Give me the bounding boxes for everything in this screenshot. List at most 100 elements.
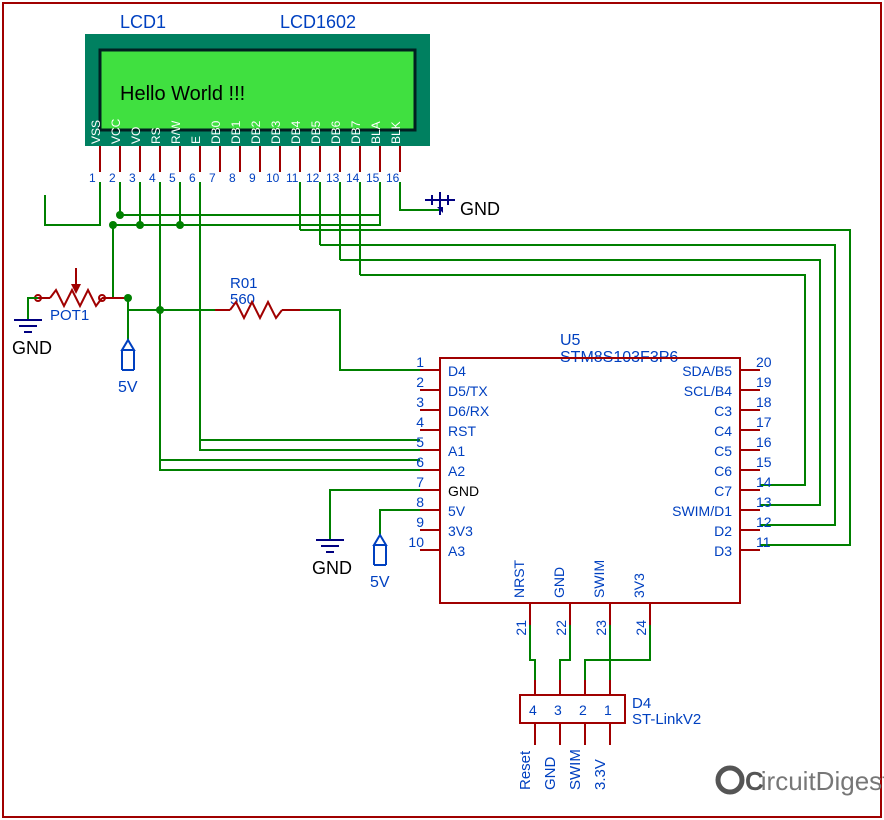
mcu-ref: U5 — [560, 332, 581, 349]
lcd-ref: LCD1 — [120, 12, 166, 32]
5v-label-1: 5V — [118, 379, 138, 396]
svg-text:10: 10 — [408, 534, 424, 550]
resistor-r01: R01 560 — [215, 275, 300, 318]
svg-text:C5: C5 — [714, 443, 732, 459]
5v-source-2: 5V — [370, 535, 390, 591]
svg-text:2: 2 — [416, 374, 424, 390]
svg-text:A2: A2 — [448, 463, 465, 479]
svg-text:DB1: DB1 — [229, 120, 243, 144]
svg-text:3: 3 — [554, 702, 562, 718]
svg-text:15: 15 — [366, 171, 380, 185]
svg-text:C4: C4 — [714, 423, 732, 439]
svg-text:6: 6 — [189, 171, 196, 185]
5v-label-2: 5V — [370, 574, 390, 591]
svg-text:D5/TX: D5/TX — [448, 383, 488, 399]
svg-text:D4: D4 — [448, 363, 466, 379]
svg-text:13: 13 — [756, 494, 772, 510]
svg-text:3V3: 3V3 — [631, 573, 647, 598]
svg-text:GND: GND — [551, 567, 567, 598]
svg-text:C6: C6 — [714, 463, 732, 479]
svg-text:11: 11 — [756, 534, 771, 550]
svg-text:9: 9 — [416, 514, 424, 530]
svg-text:DB6: DB6 — [329, 120, 343, 144]
stlink-connector: 4 3 2 1 D4 ST-LinkV2 Reset GND SWIM 3.3V — [517, 680, 701, 790]
svg-text:12: 12 — [306, 171, 320, 185]
svg-text:DB3: DB3 — [269, 120, 283, 144]
5v-source-1: 5V — [118, 298, 138, 396]
svg-text:5: 5 — [416, 434, 424, 450]
svg-text:D2: D2 — [714, 523, 732, 539]
svg-text:2: 2 — [579, 702, 587, 718]
svg-text:SWIM/D1: SWIM/D1 — [672, 503, 732, 519]
svg-text:RS: RS — [149, 127, 163, 144]
svg-text:VO: VO — [129, 127, 143, 144]
svg-text:6: 6 — [416, 454, 424, 470]
svg-text:3V3: 3V3 — [448, 523, 473, 539]
svg-text:3.3V: 3.3V — [592, 759, 609, 790]
r01-ref: R01 — [230, 275, 258, 292]
svg-text:GND: GND — [448, 483, 479, 499]
svg-text:7: 7 — [416, 474, 424, 490]
gnd-label-mcu: GND — [312, 558, 352, 578]
stlink-ref: D4 — [632, 695, 651, 712]
gnd-label-pot: GND — [12, 338, 52, 358]
svg-text:C3: C3 — [714, 403, 732, 419]
svg-text:CircuitDigest: CircuitDigest — [745, 766, 884, 796]
svg-text:D3: D3 — [714, 543, 732, 559]
svg-text:15: 15 — [756, 454, 772, 470]
lcd-part: LCD1602 — [280, 12, 356, 32]
svg-text:SCL/B4: SCL/B4 — [684, 383, 732, 399]
svg-text:2: 2 — [109, 171, 116, 185]
gnd-symbol-mcu: GND — [312, 540, 352, 578]
svg-text:18: 18 — [756, 394, 772, 410]
svg-text:E: E — [189, 136, 203, 144]
svg-text:4: 4 — [149, 171, 156, 185]
svg-text:23: 23 — [593, 620, 609, 636]
svg-text:BLK: BLK — [389, 121, 403, 144]
svg-text:19: 19 — [756, 374, 772, 390]
svg-text:5V: 5V — [448, 503, 466, 519]
svg-text:4: 4 — [529, 702, 537, 718]
svg-text:Reset: Reset — [517, 750, 534, 790]
svg-text:10: 10 — [266, 171, 280, 185]
svg-text:14: 14 — [756, 474, 772, 490]
svg-text:5: 5 — [169, 171, 176, 185]
svg-text:VCC: VCC — [109, 118, 123, 144]
svg-text:3: 3 — [416, 394, 424, 410]
svg-text:8: 8 — [229, 171, 236, 185]
svg-text:DB2: DB2 — [249, 120, 263, 144]
svg-text:24: 24 — [633, 620, 649, 636]
gnd-symbol-pot: GND — [12, 320, 52, 358]
svg-text:C7: C7 — [714, 483, 732, 499]
svg-text:DB5: DB5 — [309, 120, 323, 144]
svg-text:1: 1 — [89, 171, 96, 185]
svg-text:SWIM: SWIM — [591, 560, 607, 598]
svg-text:BLA: BLA — [369, 121, 383, 144]
gnd-label-lcd: GND — [460, 199, 500, 219]
svg-text:11: 11 — [286, 171, 299, 185]
svg-text:DB7: DB7 — [349, 120, 363, 144]
lcd1602-component: LCD1 LCD1602 Hello World !!! VSS 1 VCC 2… — [85, 12, 430, 185]
svg-text:13: 13 — [326, 171, 340, 185]
svg-text:12: 12 — [756, 514, 772, 530]
svg-text:A1: A1 — [448, 443, 465, 459]
circuitdigest-logo: CircuitDigest — [718, 766, 884, 796]
svg-text:20: 20 — [756, 354, 772, 370]
gnd-symbol-lcd: GND — [425, 192, 500, 219]
svg-text:1: 1 — [604, 702, 612, 718]
svg-text:DB0: DB0 — [209, 120, 223, 144]
svg-text:D6/RX: D6/RX — [448, 403, 490, 419]
svg-text:16: 16 — [386, 171, 400, 185]
lcd-display-text: Hello World !!! — [120, 83, 245, 105]
svg-text:17: 17 — [756, 414, 772, 430]
svg-text:GND: GND — [542, 757, 559, 791]
svg-text:21: 21 — [513, 620, 529, 636]
svg-text:3: 3 — [129, 171, 136, 185]
svg-text:DB4: DB4 — [289, 120, 303, 144]
svg-text:7: 7 — [209, 171, 216, 185]
mcu-u5: U5 STM8S103F3P6 1D4 2D5/TX 3D6/RX 4RST 5… — [408, 332, 771, 636]
svg-text:4: 4 — [416, 414, 424, 430]
svg-text:22: 22 — [553, 620, 569, 636]
svg-text:SDA/B5: SDA/B5 — [682, 363, 732, 379]
schematic-canvas: LCD1 LCD1602 Hello World !!! VSS 1 VCC 2… — [0, 0, 884, 820]
